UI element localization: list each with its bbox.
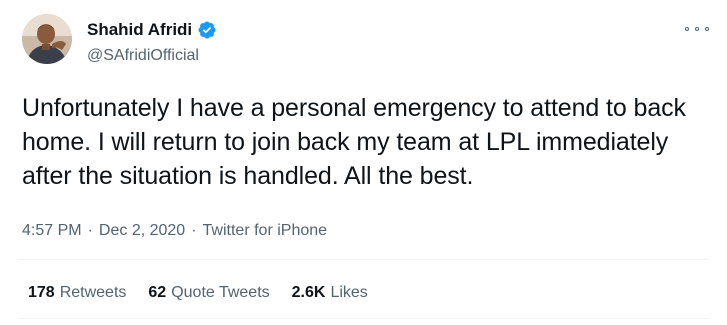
retweets-label: Retweets — [59, 284, 127, 301]
tweet-time[interactable]: 4:57 PM — [22, 221, 82, 241]
tweet-stats: 178 Retweets 62 Quote Tweets 2.6K Likes — [28, 283, 368, 303]
tweet-date[interactable]: Dec 2, 2020 — [99, 221, 185, 241]
quote-tweets-count: 62 — [148, 284, 167, 301]
name-row: Shahid Afridi — [87, 20, 217, 40]
quote-tweets-label: Quote Tweets — [171, 284, 270, 301]
retweets-count: 178 — [28, 284, 55, 301]
verified-badge-icon — [197, 20, 217, 40]
retweets-stat[interactable]: 178 Retweets — [28, 283, 126, 303]
likes-count: 2.6K — [291, 284, 326, 301]
display-name[interactable]: Shahid Afridi — [87, 20, 192, 40]
likes-stat[interactable]: 2.6K Likes — [292, 283, 368, 303]
meta-separator: · — [191, 222, 197, 239]
author-block: Shahid Afridi @SAfridiOfficial — [87, 20, 217, 66]
likes-label: Likes — [330, 284, 368, 301]
tweet-card: Shahid Afridi @SAfridiOfficial Unfortuna… — [0, 0, 727, 325]
tweet-text: Unfortunately I have a personal emergenc… — [22, 94, 686, 190]
meta-separator: · — [87, 222, 93, 239]
avatar[interactable] — [22, 14, 72, 64]
avatar-image — [22, 14, 72, 64]
user-handle[interactable]: @SAfridiOfficial — [87, 46, 217, 66]
tweet-source[interactable]: Twitter for iPhone — [203, 221, 328, 241]
more-options-icon[interactable] — [685, 22, 709, 36]
divider — [18, 259, 709, 260]
divider — [18, 318, 709, 319]
tweet-meta: 4:57 PM · Dec 2, 2020 · Twitter for iPho… — [22, 221, 327, 241]
quote-tweets-stat[interactable]: 62 Quote Tweets — [148, 283, 269, 303]
